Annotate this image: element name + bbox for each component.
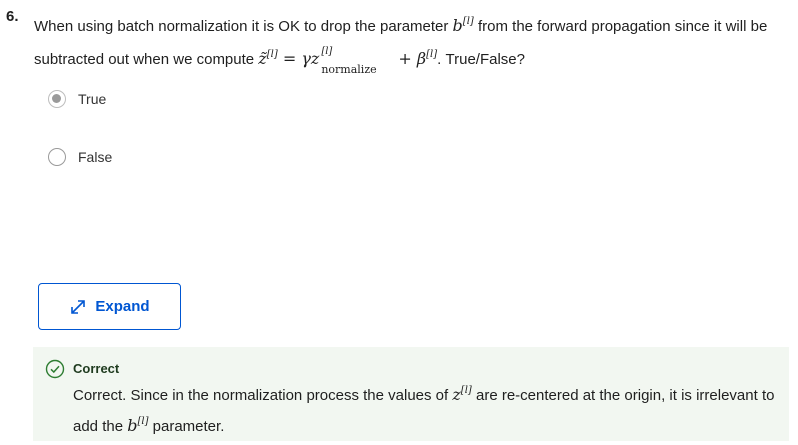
feedback-b: b — [127, 416, 138, 435]
batchnorm-formula: z̃[l] = γz [l] normalize + β[l] — [258, 46, 438, 76]
option-true[interactable]: True — [48, 90, 106, 108]
feedback-panel: Correct Correct. Since in the normalizat… — [33, 347, 789, 441]
z-indices: [l] normalize — [319, 46, 393, 76]
gamma-symbol: γ — [301, 49, 311, 68]
feedback-b-symbol: b[l] — [127, 416, 148, 435]
question-text-part3: . True/False? — [437, 51, 525, 68]
option-false-label: False — [78, 149, 113, 165]
feedback-z-superscript: [l] — [460, 385, 472, 396]
expand-button[interactable]: Expand — [38, 283, 181, 330]
feedback-z-symbol: z[l] — [452, 385, 471, 404]
param-b-superscript: [l] — [462, 16, 474, 27]
z-subscript: normalize — [321, 63, 377, 76]
feedback-status: Correct — [73, 361, 120, 376]
plus-sign: + — [393, 49, 417, 68]
feedback-text-part3: parameter. — [148, 418, 225, 435]
expand-arrows-icon — [69, 298, 87, 316]
z-symbol: z — [310, 49, 320, 68]
beta-symbol: β — [416, 49, 427, 68]
option-false[interactable]: False — [48, 148, 112, 166]
quiz-question-page: 6. When using batch normalization it is … — [0, 0, 798, 445]
expand-button-label: Expand — [95, 298, 150, 315]
beta-superscript: [l] — [426, 49, 438, 60]
radio-true[interactable] — [48, 90, 66, 108]
option-true-label: True — [78, 91, 107, 107]
check-circle-icon — [45, 359, 65, 379]
question-number: 6. — [6, 8, 19, 25]
feedback-b-superscript: [l] — [137, 416, 149, 427]
radio-false[interactable] — [48, 148, 66, 166]
feedback-z: z — [452, 385, 461, 404]
param-b: b — [452, 16, 463, 35]
question-text: When using batch normalization it is OK … — [34, 8, 784, 76]
feedback-text-part1: Correct. Since in the normalization proc… — [73, 387, 453, 404]
param-b-symbol: b[l] — [453, 16, 474, 35]
z-tilde: z̃ — [258, 49, 267, 68]
z-tilde-superscript: [l] — [266, 49, 278, 60]
question-text-part1: When using batch normalization it is OK … — [34, 18, 453, 35]
feedback-explanation: Correct. Since in the normalization proc… — [73, 378, 783, 440]
equals-sign: = — [277, 49, 302, 68]
